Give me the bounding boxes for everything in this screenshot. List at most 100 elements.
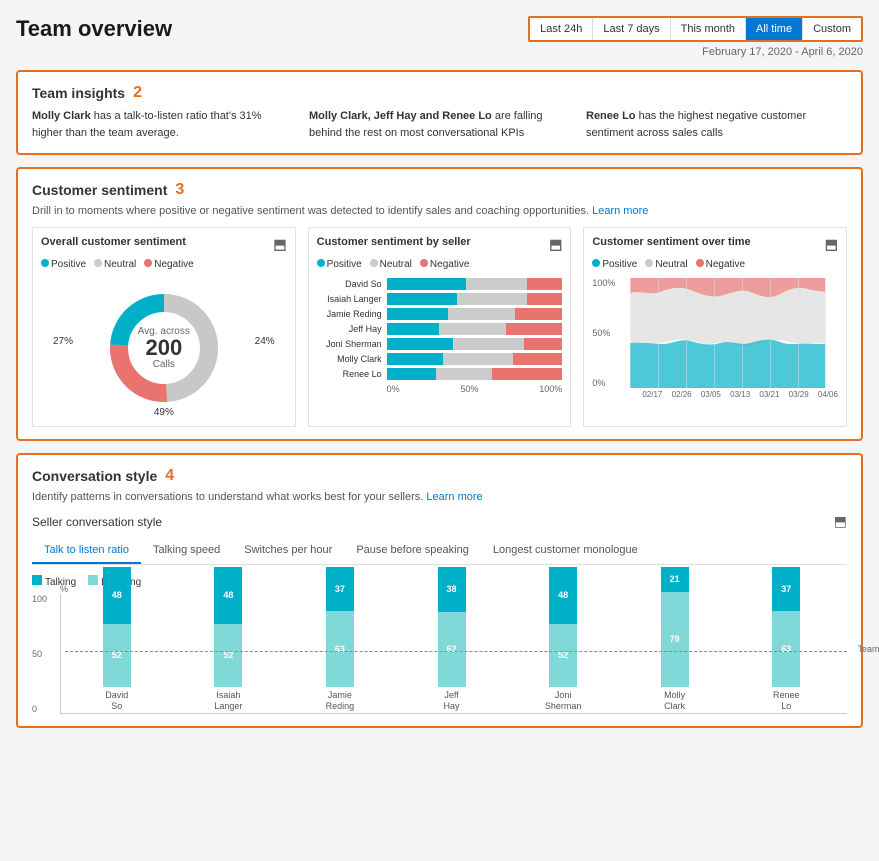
- jeff-listening-val: 62: [438, 612, 466, 686]
- customer-sentiment-section: Customer sentiment 3 Drill in to moments…: [16, 167, 863, 441]
- seller-row-jamie: Jamie Reding: [317, 308, 563, 320]
- page-container: Team overview Last 24h Last 7 days This …: [0, 0, 879, 756]
- isaiah-talking-val: 48: [214, 567, 242, 625]
- bar-david: 48 52 DavidSo: [66, 567, 168, 713]
- header-right: Last 24h Last 7 days This month All time…: [528, 16, 863, 58]
- jamie-label: JamieReding: [326, 690, 355, 713]
- seller-row-isaiah: Isaiah Langer: [317, 293, 563, 305]
- joni-listening-val: 52: [549, 624, 577, 686]
- area-svg: [618, 278, 838, 388]
- sentiment-grid: Overall customer sentiment ⬒ Positive Ne…: [32, 227, 847, 427]
- seller-conv-header: Seller conversation style ⬒: [32, 513, 847, 530]
- insight-item-0: Molly Clark has a talk-to-listen ratio t…: [32, 108, 293, 141]
- seller-bars: David So Isaiah Langer: [317, 278, 563, 394]
- pct-neutral: 27%: [53, 336, 73, 347]
- area-chart: 100% 50% 0%: [592, 278, 838, 399]
- bars-wrapper: 48 52 DavidSo 48 52 IsaiahLanger: [60, 594, 847, 714]
- tab-talking-speed[interactable]: Talking speed: [141, 538, 232, 564]
- seller-conv-title: Seller conversation style: [32, 515, 162, 529]
- time-filter-group: Last 24h Last 7 days This month All time…: [528, 16, 863, 42]
- seller-legend: Positive Neutral Negative: [317, 259, 563, 270]
- bar-renee: 37 63 ReneeLo: [735, 567, 837, 713]
- seller-row-david: David So: [317, 278, 563, 290]
- conv-tabs: Talk to listen ratio Talking speed Switc…: [32, 538, 847, 565]
- isaiah-label: IsaiahLanger: [214, 690, 242, 713]
- jamie-listening-val: 63: [326, 611, 354, 687]
- seller-row-joni: Joni Sherman: [317, 338, 563, 350]
- seller-sentiment-chart: Customer sentiment by seller ⬒ Positive …: [308, 227, 572, 427]
- pct-positive: 24%: [255, 336, 275, 347]
- x-axis: 02/17 02/26 03/05 03/13 03/21 03/29 04/0…: [620, 390, 838, 399]
- customer-sentiment-title: Customer sentiment 3: [32, 181, 847, 199]
- donut-center: Avg. across 200 Calls: [138, 326, 190, 370]
- seller-row-renee: Renee Lo: [317, 368, 563, 380]
- page-title: Team overview: [16, 16, 172, 42]
- team-avg-label: Team avg.: [857, 644, 879, 654]
- joni-talking-val: 48: [549, 567, 577, 625]
- donut-count-label: Calls: [138, 359, 190, 370]
- y-axis-labels: 100 50 0: [32, 594, 47, 714]
- overtime-legend: Positive Neutral Negative: [592, 259, 838, 270]
- conv-learn-more[interactable]: Learn more: [426, 491, 482, 503]
- filter-last-7-days[interactable]: Last 7 days: [593, 18, 670, 40]
- david-label: DavidSo: [105, 690, 128, 713]
- renee-talking-val: 37: [772, 567, 800, 611]
- jeff-talking-val: 38: [438, 567, 466, 613]
- overtime-sentiment-chart: Customer sentiment over time ⬒ Positive …: [583, 227, 847, 427]
- y-axis: 100% 50% 0%: [592, 278, 618, 388]
- tab-pause-before-speaking[interactable]: Pause before speaking: [344, 538, 481, 564]
- bar-molly: 21 79 MollyClark: [624, 567, 726, 713]
- filter-custom[interactable]: Custom: [803, 18, 861, 40]
- bar-jamie: 37 63 JamieReding: [289, 567, 391, 713]
- overall-legend: Positive Neutral Negative: [41, 259, 287, 270]
- bars-container: 48 52 DavidSo 48 52 IsaiahLanger: [60, 594, 847, 714]
- donut-count: 200: [138, 337, 190, 359]
- pct-negative: 49%: [154, 407, 174, 418]
- bar-chart-area: % 100 50 0 48 52 DavidSo: [32, 594, 847, 714]
- molly-talking-val: 21: [661, 567, 689, 592]
- overall-chart-title: Overall customer sentiment ⬒: [41, 236, 287, 253]
- bar-jeff: 38 62 JeffHay: [401, 567, 503, 713]
- molly-label: MollyClark: [664, 690, 685, 713]
- tab-switches-per-hour[interactable]: Switches per hour: [232, 538, 344, 564]
- jeff-label: JeffHay: [444, 690, 460, 713]
- insight-item-2: Renee Lo has the highest negative custom…: [586, 108, 847, 141]
- filter-last-24h[interactable]: Last 24h: [530, 18, 593, 40]
- date-range-label: February 17, 2020 - April 6, 2020: [702, 46, 863, 58]
- filter-this-month[interactable]: This month: [671, 18, 746, 40]
- isaiah-listening-val: 52: [214, 624, 242, 686]
- conv-style-desc: Identify patterns in conversations to un…: [32, 491, 847, 503]
- team-insights-title: Team insights 2: [32, 84, 847, 102]
- seller-row-molly: Molly Clark: [317, 353, 563, 365]
- insight-item-1: Molly Clark, Jeff Hay and Renee Lo are f…: [309, 108, 570, 141]
- donut-chart: Avg. across 200 Calls 27% 24% 49%: [41, 278, 287, 418]
- joni-label: JoniSherman: [545, 690, 582, 713]
- overtime-chart-title: Customer sentiment over time ⬒: [592, 236, 838, 253]
- seller-chart-title: Customer sentiment by seller ⬒: [317, 236, 563, 253]
- export-overtime-icon[interactable]: ⬒: [825, 236, 838, 253]
- bar-isaiah: 48 52 IsaiahLanger: [178, 567, 280, 713]
- page-header: Team overview Last 24h Last 7 days This …: [16, 16, 863, 58]
- david-talking-val: 48: [103, 567, 131, 625]
- molly-listening-val: 79: [661, 592, 689, 687]
- export-seller-icon[interactable]: ⬒: [549, 236, 562, 253]
- conv-style-title: Conversation style 4: [32, 467, 847, 485]
- team-insights-section: Team insights 2 Molly Clark has a talk-t…: [16, 70, 863, 155]
- renee-listening-val: 63: [772, 611, 800, 687]
- tab-talk-listen-ratio[interactable]: Talk to listen ratio: [32, 538, 141, 564]
- export-conv-icon[interactable]: ⬒: [834, 513, 847, 530]
- seller-row-jeff: Jeff Hay: [317, 323, 563, 335]
- tab-longest-monologue[interactable]: Longest customer monologue: [481, 538, 650, 564]
- export-overall-icon[interactable]: ⬒: [273, 236, 286, 253]
- bar-joni: 48 52 JoniSherman: [512, 567, 614, 713]
- customer-sentiment-desc: Drill in to moments where positive or ne…: [32, 205, 847, 217]
- sentiment-learn-more[interactable]: Learn more: [592, 205, 648, 217]
- insights-grid: Molly Clark has a talk-to-listen ratio t…: [32, 108, 847, 141]
- overall-sentiment-chart: Overall customer sentiment ⬒ Positive Ne…: [32, 227, 296, 427]
- conversation-style-section: Conversation style 4 Identify patterns i…: [16, 453, 863, 728]
- bar-axis: 0% 50% 100%: [317, 384, 563, 394]
- david-listening-val: 52: [103, 624, 131, 686]
- renee-label: ReneeLo: [773, 690, 800, 713]
- filter-all-time[interactable]: All time: [746, 18, 803, 40]
- jamie-talking-val: 37: [326, 567, 354, 611]
